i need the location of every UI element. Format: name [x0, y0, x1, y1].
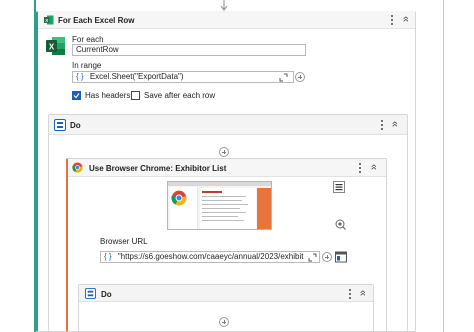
do-menu-icon[interactable] — [347, 289, 353, 299]
do-header-outer[interactable] — [49, 115, 407, 135]
for-each-label: For each — [72, 35, 104, 44]
do-menu-icon[interactable] — [379, 120, 385, 130]
use-browser-menu-icon[interactable] — [357, 163, 363, 173]
browser-url-input[interactable]: { } "https://s6.goeshow.com/caaeyc/annua… — [100, 251, 320, 263]
use-browser-title: Use Browser Chrome: Exhibitor List — [89, 164, 227, 173]
in-range-input[interactable]: { } Excel.Sheet("ExportData") — [72, 71, 294, 83]
do-block-icon — [54, 119, 66, 131]
for-each-menu-icon[interactable] — [389, 15, 395, 25]
do-title-outer: Do — [70, 121, 81, 130]
canvas-divider — [443, 0, 444, 332]
page-screenshot-thumbnail — [167, 181, 272, 230]
collapse-icon[interactable]: » — [368, 161, 380, 173]
for-each-title: For Each Excel Row — [58, 16, 135, 25]
pick-element-icon[interactable] — [335, 219, 346, 230]
has-headers-checkbox[interactable] — [72, 91, 81, 100]
browser-url-label: Browser URL — [100, 237, 148, 246]
browser-window-icon[interactable] — [335, 251, 347, 263]
save-after-each-row-label: Save after each row — [144, 91, 216, 100]
do-block-icon — [85, 288, 96, 299]
chrome-logo-icon — [171, 190, 187, 206]
save-after-each-row-checkbox[interactable] — [131, 91, 140, 100]
for-each-variable-input[interactable]: CurrentRow — [72, 44, 306, 56]
collapse-icon[interactable]: » — [389, 118, 401, 130]
excel-logo-icon: X — [46, 37, 65, 55]
excel-icon: X — [44, 15, 54, 25]
expression-icon: { } — [76, 72, 84, 81]
add-expression-icon[interactable] — [295, 72, 305, 82]
expression-icon: { } — [104, 252, 112, 261]
in-range-label: In range — [72, 61, 102, 70]
collapse-icon[interactable]: » — [400, 13, 412, 25]
browser-url-value: "https://s6.goeshow.com/caaeyc/annual/20… — [117, 252, 304, 261]
do-title-inner: Do — [101, 290, 112, 299]
svg-text:X: X — [49, 42, 55, 51]
chrome-icon — [72, 162, 83, 173]
add-step-icon[interactable] — [219, 317, 229, 327]
expand-editor-icon[interactable] — [279, 73, 288, 82]
collapse-icon[interactable]: » — [357, 287, 369, 299]
add-step-icon[interactable] — [219, 147, 229, 157]
in-range-value: Excel.Sheet("ExportData") — [89, 72, 184, 81]
has-headers-label: Has headers — [85, 91, 131, 100]
expand-editor-icon[interactable] — [308, 253, 317, 262]
do-header-inner[interactable] — [79, 285, 373, 302]
checkmark-icon — [73, 93, 80, 99]
svg-text:X: X — [45, 18, 48, 23]
add-expression-icon[interactable] — [322, 252, 332, 262]
selector-list-icon[interactable] — [333, 181, 345, 193]
